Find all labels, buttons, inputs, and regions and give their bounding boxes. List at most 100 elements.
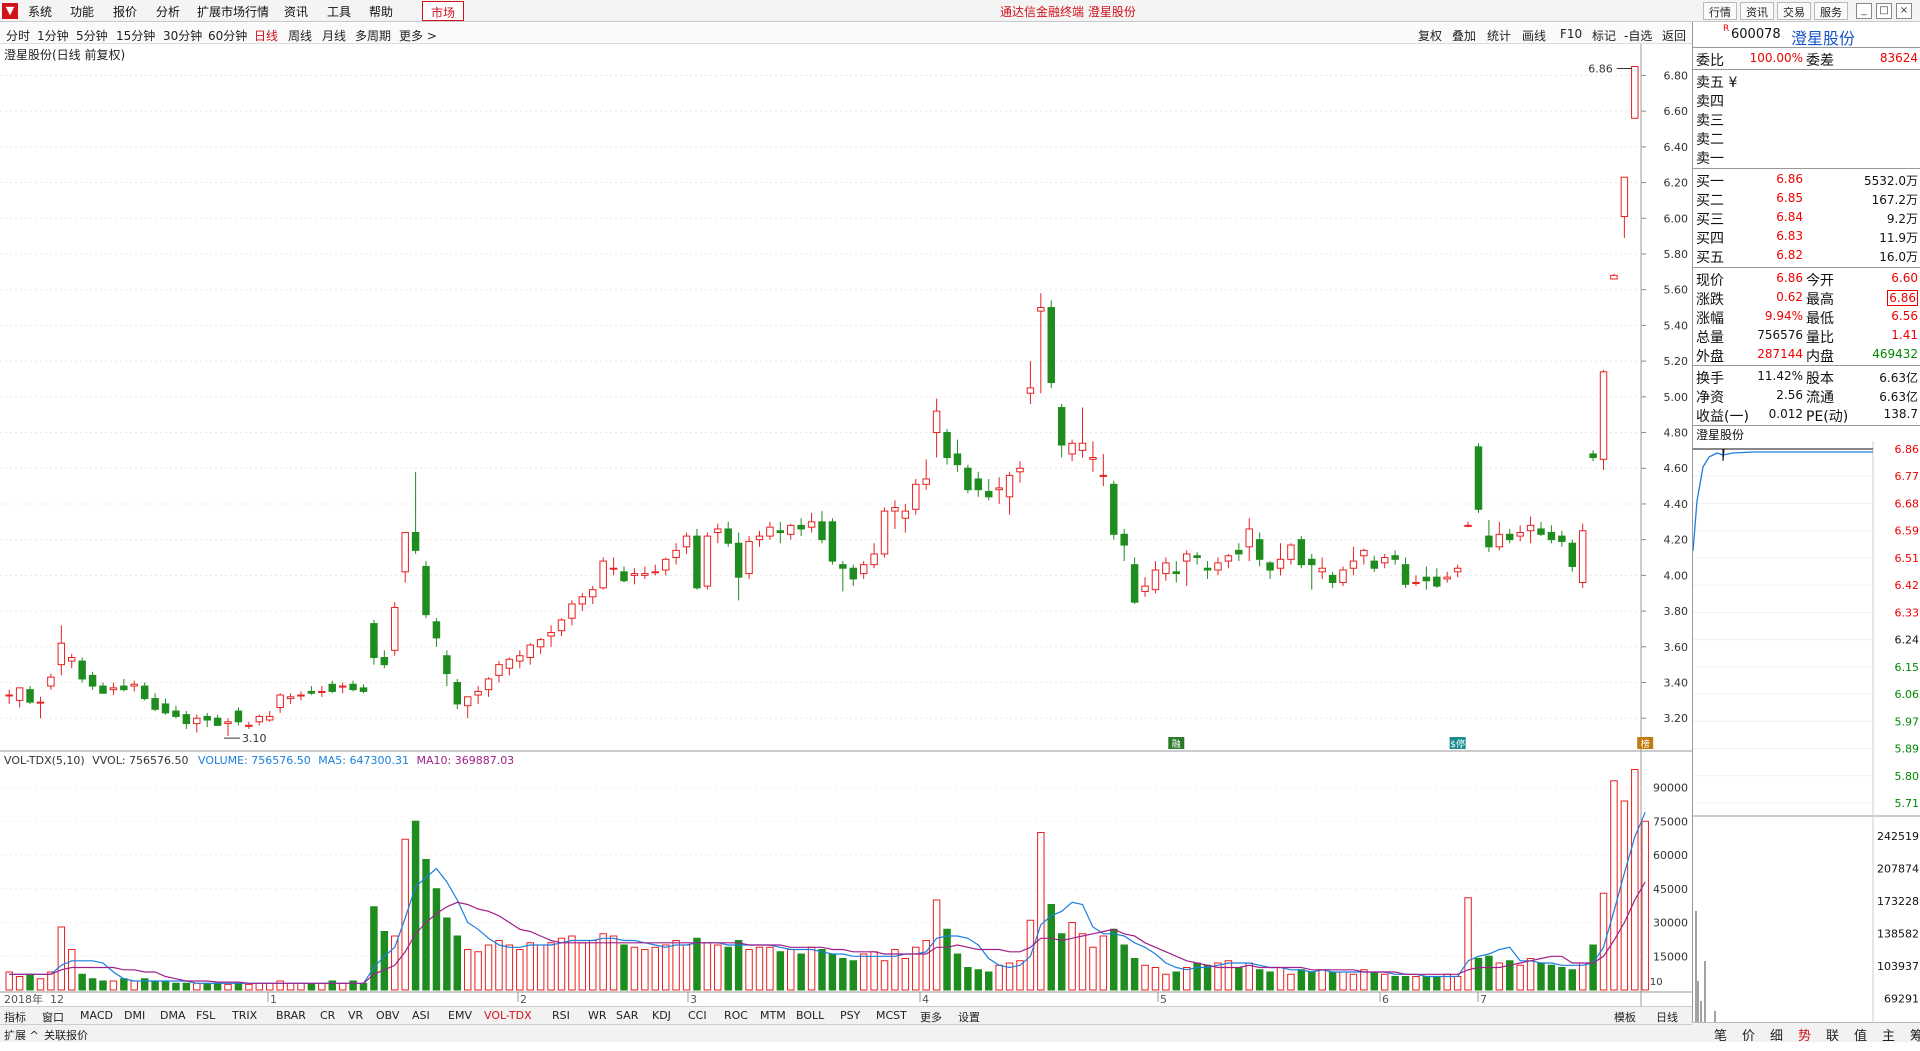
indicator-tab-6[interactable]: TRIX [232, 1009, 257, 1022]
menu-news[interactable]: 资讯 [284, 3, 308, 20]
volume-bar [401, 838, 409, 991]
mini-price-tick: 6.33 [1895, 606, 1920, 619]
indicator-tab-23[interactable]: MCST [876, 1009, 907, 1022]
kline-chart[interactable]: 6.80 6.60 6.40 6.20 6.00 5.80 5.60 5.40 5.20 5.00… [0, 44, 1692, 1007]
quote-tab-2[interactable]: 细 [1770, 1025, 1783, 1044]
volume-bar [1558, 967, 1566, 991]
candle-body [641, 573, 649, 576]
stat-turnover-label: 换手 [1696, 371, 1724, 387]
tool-stats[interactable]: 统计 [1487, 27, 1511, 44]
period-daily[interactable]: 日线 [254, 27, 278, 44]
indicator-tab-0[interactable]: 指标 [4, 1009, 26, 1025]
indicator-tab-3[interactable]: DMI [124, 1009, 145, 1022]
quote-tab-5[interactable]: 值 [1854, 1025, 1867, 1044]
candle-body [714, 528, 722, 534]
period-15min[interactable]: 15分钟 [116, 27, 155, 44]
menu-analysis[interactable]: 分析 [156, 3, 180, 20]
indicator-tab-22[interactable]: PSY [840, 1009, 860, 1022]
indicator-tab-21[interactable]: BOLL [796, 1009, 824, 1022]
period-60min[interactable]: 60分钟 [208, 27, 247, 44]
indicator-tab-12[interactable]: EMV [448, 1009, 472, 1022]
indicator-tab-25[interactable]: 设置 [958, 1009, 980, 1025]
menu-extended-market[interactable]: 扩展市场行情 [197, 3, 269, 20]
menu-tools[interactable]: 工具 [327, 3, 351, 20]
tool-back[interactable]: 返回 [1662, 27, 1686, 44]
indicator-tab-11[interactable]: ASI [412, 1009, 430, 1022]
menu-system[interactable]: 系统 [28, 3, 52, 20]
indicator-tab-17[interactable]: KDJ [652, 1009, 671, 1022]
indicator-tab-13[interactable]: VOL-TDX [484, 1009, 532, 1022]
quote-tab-7[interactable]: 筹 [1910, 1025, 1920, 1044]
quote-tab-0[interactable]: 笔 [1714, 1025, 1727, 1044]
top-service-button[interactable]: 服务 [1814, 2, 1848, 20]
indicator-tab-24[interactable]: 更多 [920, 1009, 942, 1025]
quote-tab-3[interactable]: 势 [1798, 1025, 1811, 1044]
time-axis-label: 12 [50, 993, 64, 1006]
indicator-tab-5[interactable]: FSL [196, 1009, 215, 1022]
menu-function[interactable]: 功能 [70, 3, 94, 20]
volume-bar [505, 944, 514, 991]
maximize-icon[interactable]: □ [1876, 3, 1892, 19]
menu-quote[interactable]: 报价 [113, 3, 137, 20]
tool-draw[interactable]: 画线 [1522, 27, 1546, 44]
stat-volratio-label: 量比 [1806, 330, 1834, 346]
indicator-tab-15[interactable]: WR [588, 1009, 607, 1022]
mini-price-tick: 6.68 [1895, 497, 1920, 510]
candle-body [130, 683, 138, 687]
indicator-tab-14[interactable]: RSI [552, 1009, 570, 1022]
indicator-tab-7[interactable]: BRAR [276, 1009, 306, 1022]
volume-bar [245, 983, 253, 991]
candle-body [370, 623, 378, 659]
minimize-icon[interactable]: _ [1856, 3, 1872, 19]
period-monthly[interactable]: 月线 [322, 27, 346, 44]
mini-intraday-chart[interactable]: 6.86 6.77 6.68 6.59 6.51 6.42 6.33 6.24 6.15 6.06… [1693, 441, 1920, 1051]
indicator-tab-8[interactable]: CR [320, 1009, 335, 1022]
indicator-tab-2[interactable]: MACD [80, 1009, 113, 1022]
candle-body [422, 565, 430, 616]
tool-watchlist[interactable]: -自选 [1624, 27, 1652, 44]
period-more[interactable]: 更多 > [399, 27, 437, 44]
quote-tab-4[interactable]: 联 [1826, 1025, 1839, 1044]
volume-bar [328, 980, 336, 991]
top-news-button[interactable]: 资讯 [1740, 2, 1774, 20]
mini-price-tick: 6.15 [1895, 661, 1920, 674]
indicator-tab-10[interactable]: OBV [376, 1009, 399, 1022]
tool-adjust[interactable]: 复权 [1418, 27, 1442, 44]
indicator-tab-19[interactable]: ROC [724, 1009, 748, 1022]
period-30min[interactable]: 30分钟 [163, 27, 202, 44]
candle-body [1214, 562, 1222, 571]
top-trade-button[interactable]: 交易 [1777, 2, 1811, 20]
indicator-tab-18[interactable]: CCI [688, 1009, 707, 1022]
related-quote-button[interactable]: 关联报价 [44, 1027, 88, 1043]
volume-bar [1370, 971, 1379, 991]
period-timeshare[interactable]: 分时 [6, 27, 30, 44]
quote-tab-1[interactable]: 价 [1742, 1025, 1755, 1044]
indicator-tab-4[interactable]: DMA [160, 1009, 186, 1022]
volume-bar [1578, 962, 1587, 991]
close-icon[interactable]: × [1896, 3, 1912, 19]
volume-bar [1453, 976, 1462, 991]
indicator-tab-16[interactable]: SAR [616, 1009, 638, 1022]
period-5min[interactable]: 5分钟 [76, 27, 108, 44]
candle-body [1141, 585, 1149, 592]
menu-help[interactable]: 帮助 [369, 3, 393, 20]
period-1min[interactable]: 1分钟 [37, 27, 69, 44]
indicator-tab-9[interactable]: VR [348, 1009, 363, 1022]
period-multi[interactable]: 多周期 [355, 27, 391, 44]
top-quote-button[interactable]: 行情 [1703, 2, 1737, 20]
tool-overlay[interactable]: 叠加 [1452, 27, 1476, 44]
template-button[interactable]: 模板 [1614, 1009, 1636, 1025]
market-button[interactable]: 市场 [422, 1, 465, 21]
tool-mark[interactable]: 标记 [1592, 27, 1616, 44]
candle-body [193, 717, 201, 725]
candle-body [401, 532, 409, 573]
expand-button[interactable]: 扩展 ^ [4, 1027, 39, 1043]
tool-f10[interactable]: F10 [1560, 27, 1582, 41]
period-weekly[interactable]: 周线 [288, 27, 312, 44]
indicator-tab-20[interactable]: MTM [760, 1009, 786, 1022]
buy4-label: 买四 [1696, 231, 1724, 247]
volume-bar [276, 980, 284, 991]
quote-tab-6[interactable]: 主 [1882, 1025, 1895, 1044]
indicator-tab-1[interactable]: 窗口 [42, 1009, 64, 1025]
candle-body [1568, 542, 1576, 567]
